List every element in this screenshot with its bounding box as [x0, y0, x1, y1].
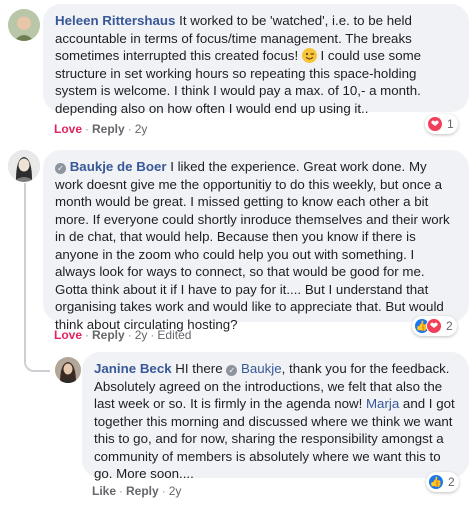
reaction-count: 2 — [448, 475, 455, 489]
reply-button[interactable]: Reply — [92, 328, 125, 342]
comment-actions: Love · Reply · 2y · Edited — [54, 328, 192, 342]
mention-link[interactable]: Baukje — [241, 361, 282, 376]
comment-actions: Like · Reply · 2y — [92, 484, 182, 498]
reaction-summary[interactable]: ❤ 1 — [425, 114, 458, 134]
comment-text: I liked the experience. Great work done.… — [55, 159, 450, 332]
mention-link[interactable]: Marja — [366, 396, 399, 411]
top-fan-badge-icon: ✓ — [55, 163, 66, 174]
love-button[interactable]: Love — [54, 328, 82, 342]
like-button[interactable]: Like — [92, 484, 116, 498]
comment-author[interactable]: Baukje de Boer — [70, 159, 167, 174]
comment-author[interactable]: Janine Beck — [94, 361, 172, 376]
reaction-count: 1 — [447, 117, 454, 131]
edited-label[interactable]: Edited — [157, 328, 191, 342]
comment-actions: Love · Reply · 2y — [54, 122, 148, 136]
comment-bubble: Heleen Rittershaus It worked to be 'watc… — [43, 4, 469, 116]
reply-thread-line — [24, 183, 50, 372]
reply-button[interactable]: Reply — [126, 484, 159, 498]
like-reaction-icon: 👍 — [428, 474, 444, 490]
comment-text: HI there — [171, 361, 227, 376]
reaction-count: 2 — [446, 319, 453, 333]
heart-reaction-icon: ❤ — [427, 116, 443, 132]
top-fan-badge-icon: ✓ — [226, 365, 238, 376]
love-button[interactable]: Love — [54, 122, 82, 136]
comment-bubble: ✓ Baukje de Boer I liked the experience.… — [43, 150, 469, 332]
comment-timestamp[interactable]: 2y — [135, 328, 148, 342]
avatar[interactable] — [8, 150, 40, 182]
reply-button[interactable]: Reply — [92, 122, 125, 136]
reaction-summary[interactable]: 👍 2 — [426, 472, 459, 492]
comment-timestamp[interactable]: 2y — [135, 122, 148, 136]
avatar[interactable] — [8, 9, 40, 41]
comment-timestamp[interactable]: 2y — [169, 484, 182, 498]
winking-face-emoji — [301, 48, 317, 63]
heart-reaction-icon: ❤ — [426, 318, 442, 334]
reaction-summary[interactable]: 👍 ❤ 2 — [412, 316, 457, 336]
comment-bubble: Janine Beck HI there ✓ Baukje, thank you… — [82, 352, 469, 481]
comment-author[interactable]: Heleen Rittershaus — [55, 13, 175, 28]
avatar[interactable] — [55, 357, 81, 383]
